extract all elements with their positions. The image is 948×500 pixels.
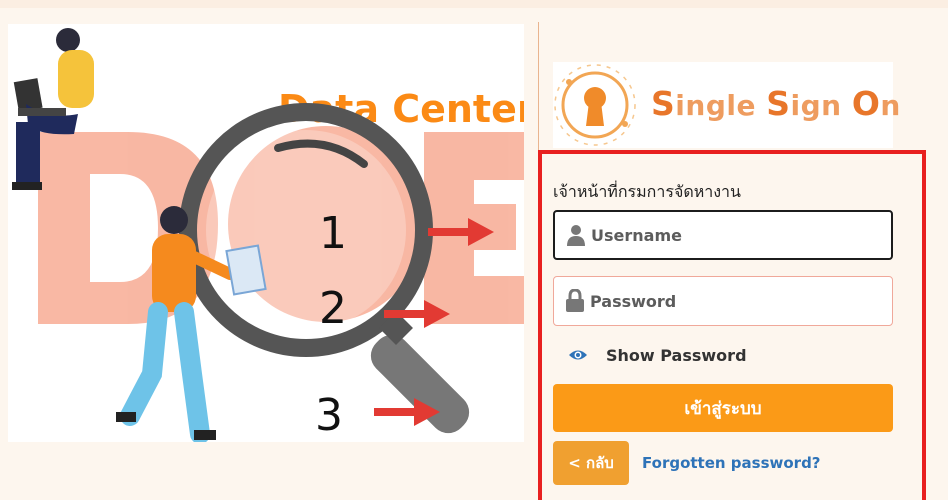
sso-title-letter-o: O (851, 84, 881, 123)
lock-icon (566, 289, 584, 312)
eye-icon (569, 350, 587, 360)
sso-title: Single Sign On (651, 84, 901, 123)
sso-logo: Single Sign On (553, 62, 900, 148)
sso-title-letter-s1: S (651, 84, 676, 123)
back-button[interactable]: < กลับ (553, 441, 629, 485)
sso-title-letter-s2: S (766, 84, 791, 123)
password-input[interactable] (590, 277, 880, 325)
sso-title-part-ingle: ingle (675, 89, 767, 122)
illustration-art: Data Center (12, 28, 524, 442)
user-icon (567, 225, 585, 246)
hero-illustration: Data Center 1 2 3 (8, 24, 524, 442)
sso-title-part-ign: ign (790, 89, 852, 122)
forgot-password-link[interactable]: Forgotten password? (642, 454, 821, 472)
top-band (0, 0, 948, 8)
login-button[interactable]: เข้าสู่ระบบ (553, 384, 893, 432)
keyhole-logo-icon (554, 64, 636, 146)
username-field[interactable] (553, 210, 893, 260)
step-number-2: 2 (319, 283, 347, 334)
show-password-toggle[interactable]: Show Password (568, 344, 747, 366)
show-password-label: Show Password (606, 345, 747, 365)
step-number-3: 3 (315, 390, 343, 441)
step-number-1: 1 (319, 208, 347, 259)
username-input[interactable] (591, 212, 881, 258)
password-field[interactable] (553, 276, 893, 326)
sso-title-part-n: n (880, 89, 901, 122)
department-label: เจ้าหน้าที่กรมการจัดหางาน (553, 182, 741, 201)
